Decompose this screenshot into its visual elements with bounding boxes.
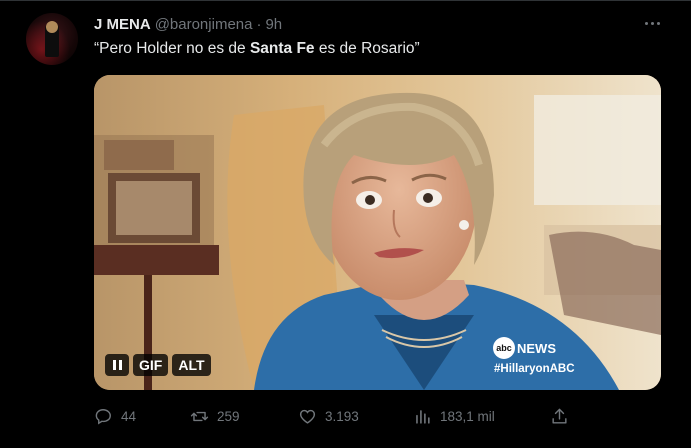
more-icon[interactable] bbox=[640, 15, 664, 31]
reply-count: 44 bbox=[121, 408, 137, 424]
tweet-header: J MENA @baronjimena · 9h bbox=[94, 13, 282, 35]
media-badges: GIF ALT bbox=[105, 354, 211, 376]
tweet-text-after: es de Rosario” bbox=[314, 40, 420, 57]
tweet-text-before: “Pero Holder no es de bbox=[94, 40, 250, 57]
share-button[interactable] bbox=[550, 405, 569, 427]
gif-badge: GIF bbox=[133, 354, 169, 376]
display-name[interactable]: J MENA bbox=[94, 16, 151, 33]
tweet[interactable]: J MENA @baronjimena · 9h “Pero Holder no… bbox=[0, 0, 691, 448]
views-button[interactable]: 183,1 mil bbox=[413, 405, 495, 427]
avatar[interactable] bbox=[26, 13, 78, 65]
separator: · bbox=[256, 15, 262, 33]
alt-button[interactable]: ALT bbox=[172, 354, 211, 376]
timestamp[interactable]: 9h bbox=[265, 16, 282, 33]
share-icon bbox=[552, 408, 567, 424]
abc-logo-mark: abc bbox=[493, 337, 515, 359]
gif-frame bbox=[94, 75, 661, 390]
avatar-head bbox=[46, 21, 58, 33]
action-bar: 44 259 3.193 183,1 mil bbox=[94, 405, 574, 427]
abc-news-logo: abc NEWS bbox=[493, 337, 556, 359]
reply-icon bbox=[95, 408, 111, 425]
like-icon bbox=[299, 409, 316, 424]
retweet-button[interactable]: 259 bbox=[190, 405, 240, 427]
like-count: 3.193 bbox=[325, 408, 359, 424]
news-label: NEWS bbox=[517, 340, 556, 356]
retweet-count: 259 bbox=[217, 408, 240, 424]
tweet-text-bold: Santa Fe bbox=[249, 40, 315, 57]
retweet-icon bbox=[190, 411, 209, 421]
like-button[interactable]: 3.193 bbox=[298, 405, 359, 427]
pause-icon[interactable] bbox=[105, 354, 129, 376]
tweet-text: “Pero Holder no es de Santa Fe es de Ros… bbox=[94, 40, 420, 58]
reply-button[interactable]: 44 bbox=[94, 405, 136, 427]
views-count: 183,1 mil bbox=[440, 408, 495, 424]
gif-media[interactable] bbox=[94, 75, 661, 390]
hashtag-overlay: #HillaryonABC bbox=[494, 363, 575, 375]
handle[interactable]: @baronjimena bbox=[155, 16, 253, 33]
views-icon bbox=[416, 409, 430, 424]
